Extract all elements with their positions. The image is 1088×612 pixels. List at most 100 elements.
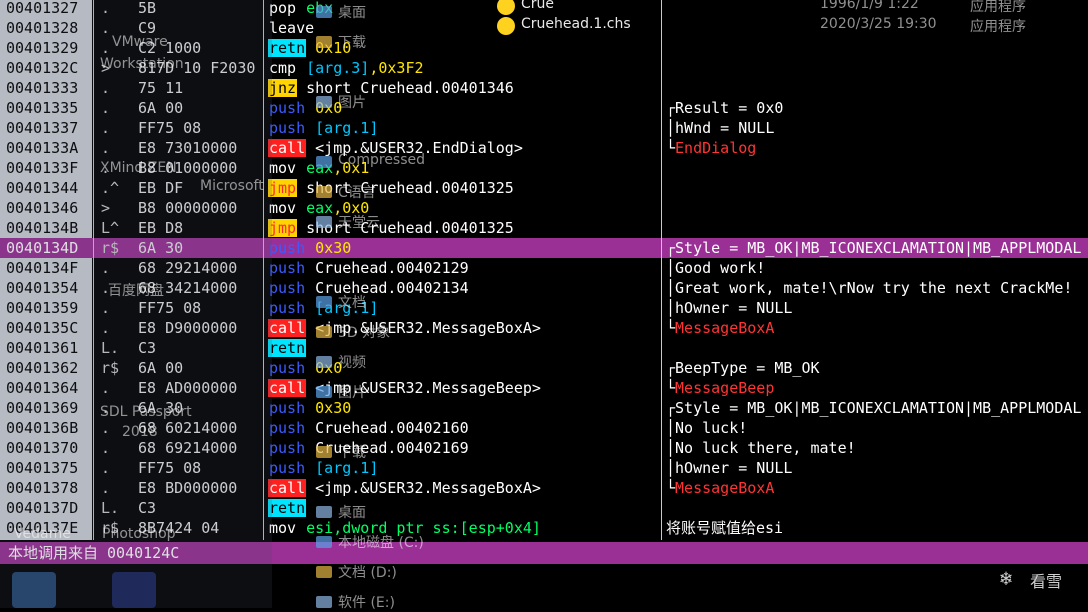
instruction-mnemonic: push [269,419,306,437]
instruction-disasm[interactable]: retn [268,338,660,358]
instruction-row[interactable]: 00401370. 68 69214000 push Cruehead.004021… [0,438,1088,458]
instruction-address[interactable]: 00401327 [0,0,92,18]
instruction-bytes: 6A 00 [138,99,184,117]
folder-icon [316,386,332,398]
instruction-address[interactable]: 00401344 [0,178,92,198]
instruction-row[interactable]: 00401369. 6A 30 push 0x30 ┌Style = MB_OK|MB… [0,398,1088,418]
instruction-comment: 将esi压如栈中 [666,538,1088,540]
instruction-disasm[interactable]: mov eax,0x0 [268,198,660,218]
instruction-disasm[interactable]: mov esi,dword ptr ss:[esp+0x4] [268,518,660,538]
instruction-address[interactable]: 00401354 [0,278,92,298]
comment-part: 将账号赋值给esi [666,519,784,537]
instruction-address[interactable]: 00401361 [0,338,92,358]
instruction-row[interactable]: 0040134B L^ EB D8 jmp short Cruehead.004013… [0,218,1088,238]
instruction-disasm[interactable]: cmp [arg.3],0x3F2 [268,58,660,78]
instruction-mnemonic: retn [268,339,307,357]
instruction-comment: ┌Style = MB_OK|MB_ICONEXCLAMATION|MB_APP… [666,398,1088,418]
comment-part: │Great work, mate!\rNow try the next Cra… [666,279,1073,297]
instruction-row[interactable]: 00401333. 75 11 jnz short Cruehead.0040134… [0,78,1088,98]
instruction-comment: └MessageBeep [666,378,1088,398]
instruction-row[interactable]: 0040136B. 68 60214000 push Cruehead.004021… [0,418,1088,438]
instruction-disasm[interactable]: call <jmp.&USER32.EndDialog> [268,138,660,158]
instruction-address[interactable]: 00401369 [0,398,92,418]
instruction-comment: │No luck there, mate! [666,438,1088,458]
instruction-address[interactable]: 00401329 [0,38,92,58]
instruction-row[interactable]: 0040134F. 68 29214000 push Cruehead.004021… [0,258,1088,278]
instruction-mnemonic: call [268,479,307,497]
comment-part: │hOwner = NULL [666,459,793,477]
instruction-mnemonic: push [269,359,306,377]
instruction-disasm[interactable]: jnz short Cruehead.00401346 [268,78,660,98]
instruction-operand: eax [306,199,334,217]
instruction-row[interactable]: 00401354. 68 34214000 push Cruehead.004021… [0,278,1088,298]
instruction-address[interactable]: 0040136B [0,418,92,438]
instruction-row[interactable]: 0040133A. E8 73010000 call <jmp.&USER32.En… [0,138,1088,158]
instruction-address[interactable]: 0040137E [0,518,92,538]
instruction-address[interactable]: 00401359 [0,298,92,318]
instruction-address[interactable]: 00401362 [0,358,92,378]
instruction-disasm[interactable]: push Cruehead.00402134 [268,278,660,298]
instruction-address[interactable]: 00401375 [0,458,92,478]
instruction-address[interactable]: 00401378 [0,478,92,498]
instruction-address[interactable]: 0040132C [0,58,92,78]
instruction-address[interactable]: 00401364 [0,378,92,398]
instruction-address[interactable]: 0040134F [0,258,92,278]
instruction-mnemonic: push [269,299,306,317]
instruction-address[interactable]: 00401333 [0,78,92,98]
instruction-address[interactable]: 0040133F [0,158,92,178]
instruction-row[interactable]: 00401364. E8 AD000000 call <jmp.&USER32.Me… [0,378,1088,398]
folder-icon [316,326,332,338]
instruction-address[interactable]: 0040137D [0,498,92,518]
instruction-address[interactable]: 00401335 [0,98,92,118]
comment-part: └ [666,479,676,497]
smiley-app-icon [497,17,515,35]
instruction-mnemonic: push [268,539,306,540]
disassembly-pane[interactable]: 00401327.5Bpop ebx00401328.C9leave004013… [0,0,1088,540]
comment-part: │No luck! [666,419,748,437]
instruction-disasm[interactable]: push Cruehead.00402160 [268,418,660,438]
instruction-mnemonic: push [269,119,306,137]
instruction-row[interactable]: 00401337. FF75 08 push [arg.1] │hWnd = NULL [0,118,1088,138]
instruction-row[interactable]: 00401335. 6A 00 push 0x0 ┌Result = 0x0 [0,98,1088,118]
instruction-row[interactable]: 00401346 > B8 00000000 mov eax,0x0 [0,198,1088,218]
instruction-mnemonic: mov [269,519,297,537]
instruction-disasm[interactable]: push 0x30 [268,398,660,418]
instruction-disasm[interactable]: push [arg.1] [268,458,660,478]
instruction-row[interactable]: 0040132C >817D 10 F2030 cmp [arg.3],0x3F2 [0,58,1088,78]
instruction-address[interactable]: 0040135C [0,318,92,338]
instruction-row[interactable]: 00401375. FF75 08 push [arg.1] │hOwner = NU… [0,458,1088,478]
instruction-address[interactable]: 0040133A [0,138,92,158]
file-name[interactable]: Crue [521,0,554,12]
instruction-address[interactable]: 00401346 [0,198,92,218]
instruction-bytes: 8B7424 04 [138,519,220,537]
folder-icon [316,36,332,48]
instruction-disasm[interactable]: push 0x30 [268,238,660,258]
instruction-row[interactable]: 00401362 r$ 6A 00 push 0x0 ┌BeepType = MB_OK [0,358,1088,378]
instruction-mnemonic: push [269,399,306,417]
instruction-bytes: EB DF [138,179,184,197]
instruction-disasm[interactable]: push Cruehead.00402129 [268,258,660,278]
instruction-row[interactable]: 00401378. E8 BD000000 call <jmp.&USER32.Me… [0,478,1088,498]
instruction-disasm[interactable]: push [arg.1] [268,118,660,138]
instruction-row[interactable]: 00401344 .^ EB DF jmp short Cruehead.004013… [0,178,1088,198]
instruction-address[interactable]: 0040134D [0,238,92,258]
instruction-row[interactable]: 00401359. FF75 08 push [arg.1] │hOwner = NU… [0,298,1088,318]
instruction-address[interactable]: 00401370 [0,438,92,458]
jump-arrow: > [101,59,111,77]
instruction-disasm[interactable]: call <jmp.&USER32.MessageBoxA> [268,478,660,498]
instruction-row[interactable]: 0040133F. B8 01000000 mov eax,0x1 [0,158,1088,178]
instruction-address[interactable]: 00401382 [0,538,92,540]
file-name[interactable]: Cruehead.1.chs [521,16,631,32]
instruction-address[interactable]: 0040134B [0,218,92,238]
instruction-row[interactable]: 00401382.56push esi将esi压如栈中 [0,538,1088,540]
instruction-row[interactable]: 0040137D L. C3 retn [0,498,1088,518]
jump-arrow: . [101,99,111,117]
instruction-row[interactable]: 0040135C. E8 D9000000 call <jmp.&USER32.Me… [0,318,1088,338]
instruction-address[interactable]: 00401337 [0,118,92,138]
instruction-row[interactable]: 00401361 L. C3 retn [0,338,1088,358]
instruction-address[interactable]: 00401328 [0,18,92,38]
instruction-row[interactable]: 00401329. C2 1000 retn 0x10 [0,38,1088,58]
instruction-row[interactable]: 0040137E r$ 8B7424 04 mov esi,dword ptr ss:… [0,518,1088,538]
instruction-row[interactable]: 0040134D r$ 6A 30 push 0x30 ┌Style = MB_OK|M… [0,238,1088,258]
call-reference-bar[interactable]: 本地调用来自 0040124C [0,542,1088,564]
